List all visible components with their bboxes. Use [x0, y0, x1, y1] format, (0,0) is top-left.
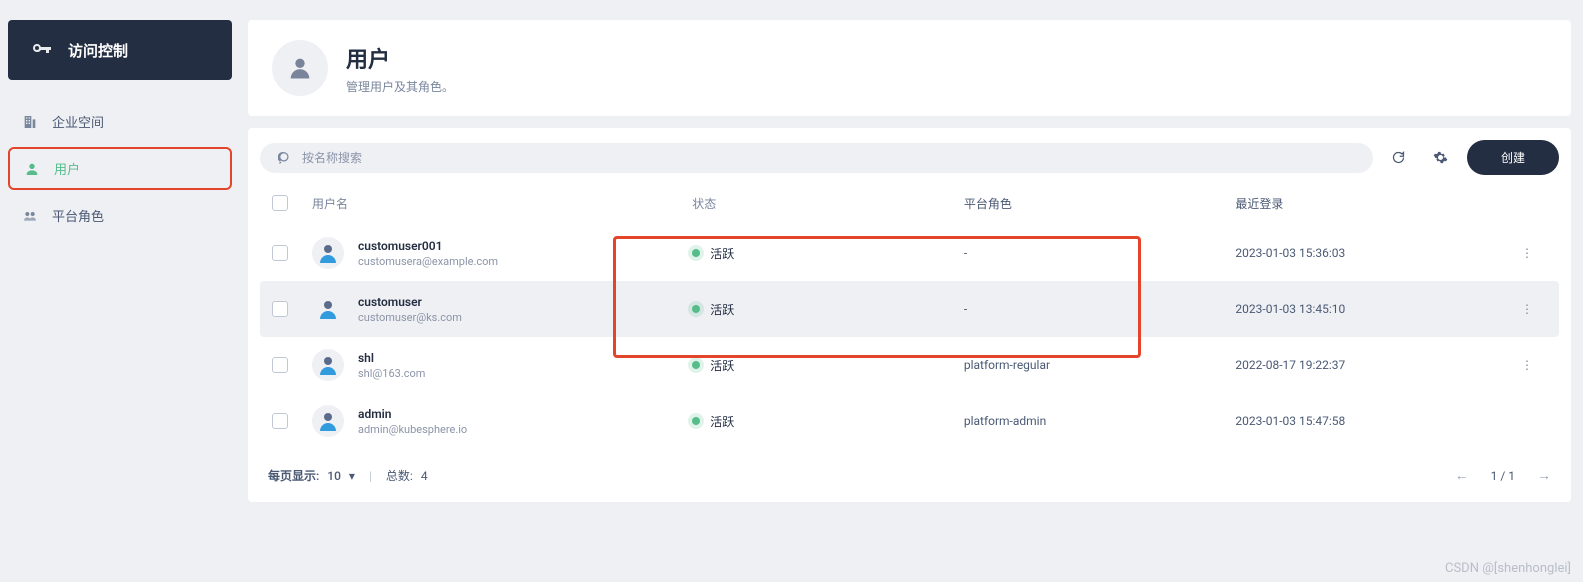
row-checkbox[interactable]: [272, 301, 288, 317]
per-page-label: 每页显示:: [268, 467, 319, 484]
gear-icon: [1433, 150, 1448, 165]
refresh-button[interactable]: [1383, 142, 1415, 174]
sidebar-title: 访问控制: [68, 40, 128, 61]
sidebar-item-label: 平台角色: [52, 206, 104, 225]
building-icon: [22, 114, 38, 130]
status-dot: [692, 249, 700, 257]
sidebar-item-roles[interactable]: 平台角色: [8, 196, 232, 235]
username: admin: [358, 407, 467, 421]
user-email: admin@kubesphere.io: [358, 423, 467, 436]
search-input[interactable]: [302, 151, 1355, 165]
row-checkbox[interactable]: [272, 357, 288, 373]
sidebar-item-label: 企业空间: [52, 112, 104, 131]
col-header-role: 平台角色: [964, 195, 1236, 212]
table-row[interactable]: customuser customuser@ks.com 活跃 -2023-01-03…: [260, 281, 1559, 337]
login-cell: 2023-01-03 15:47:58: [1235, 414, 1507, 428]
login-cell: 2022-08-17 19:22:37: [1235, 358, 1507, 372]
page-title: 用户: [346, 42, 454, 74]
page-icon: [272, 40, 328, 96]
main-content: 用户 管理用户及其角色。 创建: [248, 20, 1571, 502]
table-footer: 每页显示: 10 ▾ | 总数: 4 ← 1 / 1 →: [260, 467, 1559, 484]
row-checkbox[interactable]: [272, 413, 288, 429]
status-text: 活跃: [710, 245, 734, 262]
chevron-down-icon[interactable]: ▾: [349, 469, 355, 483]
sidebar-item-workspace[interactable]: 企业空间: [8, 102, 232, 141]
user-avatar: [312, 405, 344, 437]
user-avatar: [312, 349, 344, 381]
user-icon: [24, 161, 40, 177]
row-more-button[interactable]: ⋮: [1507, 358, 1547, 372]
sidebar-item-users[interactable]: 用户: [8, 147, 232, 190]
prev-page-button[interactable]: ←: [1455, 467, 1469, 484]
status-dot: [692, 305, 700, 313]
sidebar: 访问控制 企业空间 用户 平台角色: [8, 20, 232, 502]
row-checkbox[interactable]: [272, 245, 288, 261]
table-header: 用户名 状态 平台角色 最近登录: [260, 181, 1559, 225]
table-card: 创建 用户名 状态 平台角色 最近登录 customuser001customu…: [248, 128, 1571, 502]
select-all-checkbox[interactable]: [272, 195, 288, 211]
toolbar: 创建: [260, 140, 1559, 175]
username: shl: [358, 351, 425, 365]
role-icon: [22, 208, 38, 224]
role-cell: platform-admin: [964, 414, 1236, 428]
next-page-button[interactable]: →: [1537, 467, 1551, 484]
user-avatar: [312, 237, 344, 269]
user-email: shl@163.com: [358, 367, 425, 380]
role-cell: platform-regular: [964, 358, 1236, 372]
total-label: 总数:: [386, 467, 413, 484]
role-cell: -: [964, 246, 1236, 260]
search-wrap: [260, 143, 1373, 173]
create-button[interactable]: 创建: [1467, 140, 1559, 175]
username: customuser: [358, 295, 462, 309]
user-email: customuser@ks.com: [358, 311, 462, 324]
status-text: 活跃: [710, 301, 734, 318]
sidebar-header: 访问控制: [8, 20, 232, 80]
per-page-value: 10: [327, 469, 341, 483]
key-icon: [30, 38, 54, 62]
status-dot: [692, 417, 700, 425]
refresh-icon: [1391, 150, 1406, 165]
status-dot: [692, 361, 700, 369]
status-text: 活跃: [710, 357, 734, 374]
settings-button[interactable]: [1425, 142, 1457, 174]
page-header: 用户 管理用户及其角色。: [248, 20, 1571, 116]
sidebar-item-label: 用户: [54, 159, 80, 178]
page-indicator: 1 / 1: [1491, 469, 1515, 483]
col-header-login: 最近登录: [1235, 195, 1507, 212]
table-row[interactable]: shl shl@163.com 活跃 platform-regular2022-08-…: [260, 337, 1559, 393]
status-text: 活跃: [710, 413, 734, 430]
watermark: CSDN @[shenhonglei]: [1445, 561, 1571, 576]
login-cell: 2023-01-03 13:45:10: [1235, 302, 1507, 316]
table-row[interactable]: admin admin@kubesphere.io 活跃 platform-admin…: [260, 393, 1559, 449]
search-icon: [278, 151, 292, 165]
person-icon: [286, 54, 314, 82]
username: customuser001: [358, 239, 498, 253]
total-value: 4: [421, 469, 428, 483]
row-more-button[interactable]: ⋮: [1507, 302, 1547, 316]
user-avatar: [312, 293, 344, 325]
users-table: 用户名 状态 平台角色 最近登录 customuser001customuser…: [260, 181, 1559, 449]
row-more-button[interactable]: ⋮: [1507, 246, 1547, 260]
login-cell: 2023-01-03 15:36:03: [1235, 246, 1507, 260]
user-email: customusera@example.com: [358, 255, 498, 268]
role-cell: -: [964, 302, 1236, 316]
table-row[interactable]: customuser001 customusera@example.com 活跃 -2…: [260, 225, 1559, 281]
col-header-name: 用户名: [312, 195, 692, 212]
col-header-status: 状态: [692, 195, 964, 212]
page-subtitle: 管理用户及其角色。: [346, 78, 454, 95]
